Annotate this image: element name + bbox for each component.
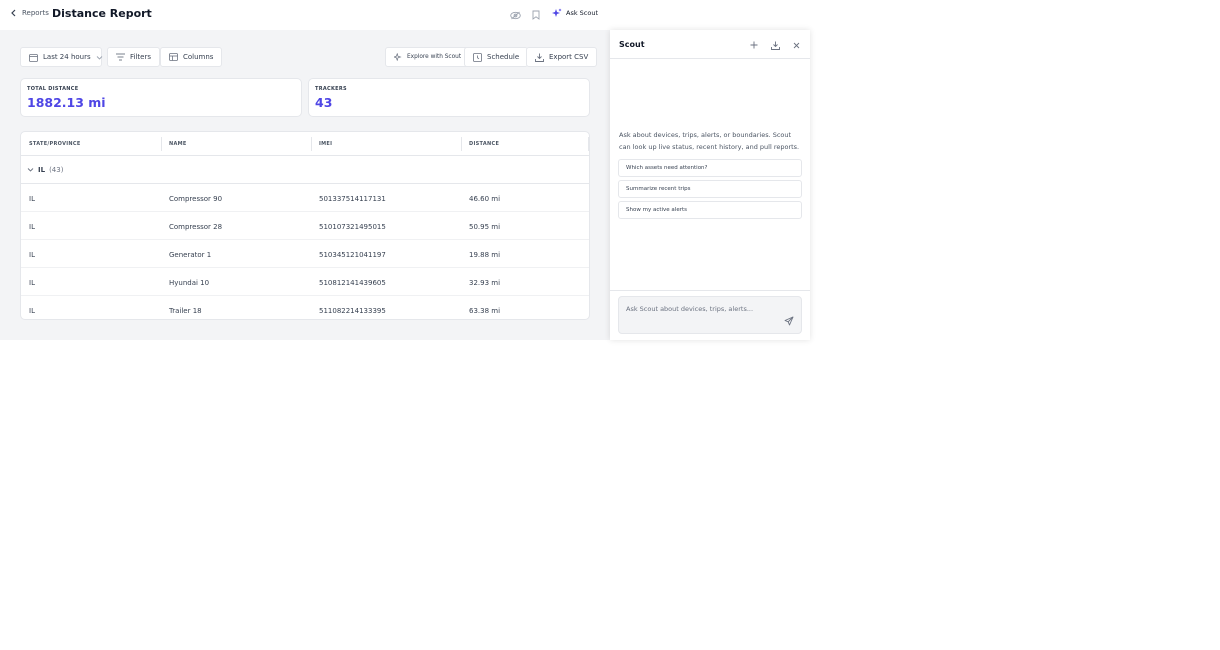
chevron-down-icon — [96, 54, 103, 61]
scout-panel-title: Scout — [619, 40, 645, 49]
table-row[interactable]: IL Hyundai 10 510812141439605 32.93 mi — [21, 268, 589, 296]
plus-icon[interactable] — [749, 40, 759, 50]
cell-name: Hyundai 10 — [169, 279, 210, 287]
columns-icon — [169, 53, 178, 61]
group-count: (43) — [49, 165, 64, 174]
cell-state: IL — [29, 195, 35, 203]
distance-table: STATE/PROVINCE NAME IMEI DISTANCE IL (43… — [20, 131, 590, 320]
total-distance-label: TOTAL DISTANCE — [27, 86, 79, 92]
scout-panel: Scout Ask about devices, trips, alerts, … — [610, 30, 810, 340]
column-divider — [588, 137, 589, 151]
cell-name: Compressor 90 — [169, 195, 223, 203]
total-distance-value: 1882.13 mi — [27, 95, 106, 110]
cell-imei: 510345121041197 — [319, 251, 386, 259]
time-range-label: Last 24 hours — [43, 53, 91, 61]
table-row[interactable]: IL Compressor 90 501337514117131 46.60 m… — [21, 184, 589, 212]
report-main: Last 24 hours Filters Columns Explore wi… — [0, 30, 610, 340]
chevron-down-icon — [27, 166, 34, 173]
trackers-card: TRACKERS 43 — [308, 78, 590, 117]
columns-button[interactable]: Columns — [160, 47, 223, 67]
download-icon[interactable] — [770, 40, 780, 50]
chevron-left-icon — [10, 9, 18, 17]
send-icon[interactable] — [784, 316, 794, 326]
back-to-reports-link[interactable]: Reports — [10, 9, 49, 17]
cell-state: IL — [29, 223, 35, 231]
close-icon[interactable] — [791, 40, 801, 50]
schedule-button[interactable]: Schedule — [464, 47, 529, 67]
trackers-value: 43 — [315, 95, 333, 110]
panel-footer-divider — [610, 290, 810, 291]
table-row[interactable]: IL Compressor 28 510107321495015 50.95 m… — [21, 212, 589, 240]
cell-imei: 510107321495015 — [319, 223, 386, 231]
explore-with-scout-button[interactable]: Explore with Scout — [385, 47, 471, 67]
cell-imei: 501337514117131 — [319, 195, 386, 203]
suggestion-button[interactable]: Summarize recent trips — [618, 180, 802, 198]
scout-chat-input[interactable] — [626, 305, 786, 313]
columns-label: Columns — [183, 53, 214, 61]
chat-box — [618, 296, 802, 334]
bookmark-icon[interactable] — [530, 9, 542, 21]
table-header: STATE/PROVINCE NAME IMEI DISTANCE — [21, 132, 589, 156]
cell-name: Trailer 18 — [169, 307, 202, 315]
cell-imei: 510812141439605 — [319, 279, 386, 287]
sparkle-icon — [552, 8, 562, 18]
page-header: Reports Distance Report Ask Scout — [0, 0, 610, 30]
cell-distance: 32.93 mi — [469, 279, 501, 287]
cell-distance: 50.95 mi — [469, 223, 501, 231]
back-label: Reports — [22, 9, 49, 17]
cell-state: IL — [29, 251, 35, 259]
table-row[interactable]: IL Trailer 18 511082214133395 63.38 mi — [21, 296, 589, 319]
download-icon — [535, 53, 544, 62]
explore-label: Explore with Scout — [407, 54, 462, 60]
column-divider — [161, 137, 162, 151]
column-header-state[interactable]: STATE/PROVINCE — [29, 141, 81, 147]
panel-header-divider — [610, 58, 810, 59]
total-distance-card: TOTAL DISTANCE 1882.13 mi — [20, 78, 302, 117]
hide-icon[interactable] — [509, 9, 521, 21]
cell-name: Compressor 28 — [169, 223, 223, 231]
export-csv-button[interactable]: Export CSV — [526, 47, 598, 67]
column-divider — [461, 137, 462, 151]
column-header-imei[interactable]: IMEI — [319, 141, 332, 147]
suggestion-button[interactable]: Show my active alerts — [618, 201, 802, 219]
calendar-clock-icon — [473, 52, 482, 62]
scout-intro-text: Ask about devices, trips, alerts, or bou… — [619, 131, 800, 151]
cell-name: Generator 1 — [169, 251, 212, 259]
calendar-icon — [29, 53, 38, 62]
trackers-label: TRACKERS — [315, 86, 347, 92]
cell-distance: 19.88 mi — [469, 251, 501, 259]
sparkle-icon — [394, 53, 402, 61]
cell-imei: 511082214133395 — [319, 307, 386, 315]
filters-button[interactable]: Filters — [107, 47, 160, 67]
ask-scout-label: Ask Scout — [566, 9, 599, 17]
group-row-il[interactable]: IL (43) — [21, 156, 589, 184]
ask-scout-button[interactable]: Ask Scout — [552, 8, 598, 18]
filter-icon — [116, 53, 125, 61]
table-row[interactable]: IL Generator 1 510345121041197 19.88 mi — [21, 240, 589, 268]
cell-state: IL — [29, 279, 35, 287]
cell-distance: 46.60 mi — [469, 195, 501, 203]
column-header-distance[interactable]: DISTANCE — [469, 141, 499, 147]
group-state: IL — [38, 165, 46, 174]
cell-state: IL — [29, 307, 35, 315]
schedule-label: Schedule — [487, 53, 520, 61]
time-range-dropdown[interactable]: Last 24 hours — [20, 47, 102, 67]
filters-label: Filters — [130, 53, 151, 61]
cell-distance: 63.38 mi — [469, 307, 501, 315]
suggestion-button[interactable]: Which assets need attention? — [618, 159, 802, 177]
column-header-name[interactable]: NAME — [169, 141, 187, 147]
page-title: Distance Report — [52, 7, 152, 20]
column-divider — [311, 137, 312, 151]
export-label: Export CSV — [549, 53, 589, 61]
